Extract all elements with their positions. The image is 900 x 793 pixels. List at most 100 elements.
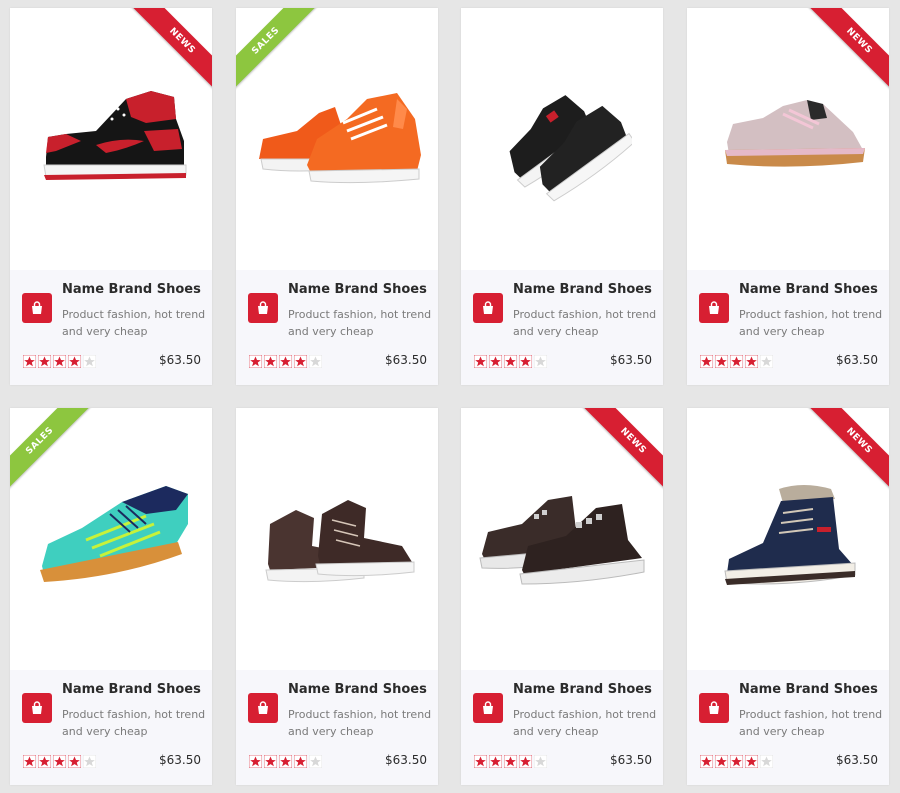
product-price: $63.50 xyxy=(159,753,201,767)
shopping-bag-icon[interactable] xyxy=(248,693,278,723)
shopping-bag-icon[interactable] xyxy=(699,293,729,323)
product-card[interactable]: SALES Name Brand Shoes Product fashion, … xyxy=(10,408,212,785)
product-card[interactable]: Name Brand Shoes Product fashion, hot tr… xyxy=(461,8,663,385)
star-filled-icon xyxy=(68,355,81,368)
product-name[interactable]: Name Brand Shoes xyxy=(288,282,427,297)
product-price: $63.50 xyxy=(610,753,652,767)
shopping-bag-icon[interactable] xyxy=(699,693,729,723)
star-filled-icon xyxy=(249,355,262,368)
star-filled-icon xyxy=(700,355,713,368)
product-description: Product fashion, hot trend and very chea… xyxy=(739,708,883,738)
product-card[interactable]: NEWS Name Brand Shoes Product fashion, h… xyxy=(687,408,889,785)
star-filled-icon xyxy=(730,355,743,368)
product-card[interactable]: SALES Name Brand Shoes Product fashion, … xyxy=(236,8,438,385)
star-filled-icon xyxy=(68,755,81,768)
product-info: Name Brand Shoes Product fashion, hot tr… xyxy=(461,270,663,385)
star-rating xyxy=(23,355,96,368)
product-name[interactable]: Name Brand Shoes xyxy=(739,682,878,697)
product-description: Product fashion, hot trend and very chea… xyxy=(513,708,657,738)
product-name[interactable]: Name Brand Shoes xyxy=(739,282,878,297)
star-empty-icon xyxy=(760,755,773,768)
product-grid: NEWS Name Brand Shoes Product fashion, h… xyxy=(0,0,900,793)
product-info: Name Brand Shoes Product fashion, hot tr… xyxy=(236,670,438,785)
star-filled-icon xyxy=(504,755,517,768)
red-black-high-top-sneaker-icon xyxy=(43,91,187,180)
product-description: Product fashion, hot trend and very chea… xyxy=(62,308,206,338)
product-name[interactable]: Name Brand Shoes xyxy=(62,682,201,697)
product-card[interactable]: NEWS Name Brand Shoes Product fashion, h… xyxy=(10,8,212,385)
product-card[interactable]: Name Brand Shoes Product fashion, hot tr… xyxy=(236,408,438,785)
product-name[interactable]: Name Brand Shoes xyxy=(62,282,201,297)
star-filled-icon xyxy=(38,355,51,368)
product-price: $63.50 xyxy=(610,353,652,367)
product-info: Name Brand Shoes Product fashion, hot tr… xyxy=(10,670,212,785)
star-filled-icon xyxy=(294,355,307,368)
star-empty-icon xyxy=(83,755,96,768)
star-filled-icon xyxy=(474,355,487,368)
star-empty-icon xyxy=(534,755,547,768)
orange-sneaker-icon xyxy=(259,93,421,184)
shopping-bag-icon[interactable] xyxy=(22,693,52,723)
black-white-sneaker-pair-icon xyxy=(509,95,632,202)
star-filled-icon xyxy=(279,355,292,368)
product-image[interactable] xyxy=(461,408,663,670)
product-card[interactable]: NEWS Name Brand Shoes Product fashion, h… xyxy=(687,8,889,385)
product-description: Product fashion, hot trend and very chea… xyxy=(739,308,883,338)
product-description: Product fashion, hot trend and very chea… xyxy=(513,308,657,338)
shopping-bag-icon[interactable] xyxy=(473,293,503,323)
product-price: $63.50 xyxy=(159,353,201,367)
star-rating xyxy=(249,355,322,368)
product-card[interactable]: NEWS Name Brand Shoes Product fashion, h… xyxy=(461,408,663,785)
product-info: Name Brand Shoes Product fashion, hot tr… xyxy=(10,270,212,385)
star-rating xyxy=(474,355,547,368)
product-description: Product fashion, hot trend and very chea… xyxy=(288,708,432,738)
brown-high-top-sneaker-icon xyxy=(265,500,415,583)
star-filled-icon xyxy=(715,755,728,768)
star-rating xyxy=(700,355,773,368)
product-image[interactable] xyxy=(10,8,212,270)
teal-court-shoe-icon xyxy=(40,486,188,582)
pink-runner-icon xyxy=(725,100,865,167)
product-info: Name Brand Shoes Product fashion, hot tr… xyxy=(687,670,889,785)
product-image[interactable] xyxy=(461,8,663,270)
product-image[interactable] xyxy=(687,408,889,670)
product-name[interactable]: Name Brand Shoes xyxy=(288,682,427,697)
star-filled-icon xyxy=(294,755,307,768)
product-price: $63.50 xyxy=(836,353,878,367)
product-price: $63.50 xyxy=(385,353,427,367)
star-filled-icon xyxy=(474,755,487,768)
product-info: Name Brand Shoes Product fashion, hot tr… xyxy=(687,270,889,385)
star-filled-icon xyxy=(279,755,292,768)
product-description: Product fashion, hot trend and very chea… xyxy=(62,708,206,738)
shopping-bag-icon[interactable] xyxy=(473,693,503,723)
star-empty-icon xyxy=(760,355,773,368)
star-filled-icon xyxy=(23,355,36,368)
star-filled-icon xyxy=(249,755,262,768)
star-filled-icon xyxy=(519,355,532,368)
navy-winter-boot-icon xyxy=(724,485,856,585)
star-filled-icon xyxy=(700,755,713,768)
star-filled-icon xyxy=(715,355,728,368)
star-filled-icon xyxy=(489,355,502,368)
star-filled-icon xyxy=(745,355,758,368)
star-rating xyxy=(23,755,96,768)
product-price: $63.50 xyxy=(836,753,878,767)
star-empty-icon xyxy=(83,355,96,368)
product-image[interactable] xyxy=(236,8,438,270)
star-empty-icon xyxy=(534,355,547,368)
dark-brown-sneaker-pair-icon xyxy=(479,496,645,585)
shopping-bag-icon[interactable] xyxy=(248,293,278,323)
product-name[interactable]: Name Brand Shoes xyxy=(513,682,652,697)
star-filled-icon xyxy=(53,755,66,768)
product-name[interactable]: Name Brand Shoes xyxy=(513,282,652,297)
product-image[interactable] xyxy=(236,408,438,670)
product-image[interactable] xyxy=(10,408,212,670)
product-description: Product fashion, hot trend and very chea… xyxy=(288,308,432,338)
star-filled-icon xyxy=(23,755,36,768)
shopping-bag-icon[interactable] xyxy=(22,293,52,323)
star-empty-icon xyxy=(309,755,322,768)
star-filled-icon xyxy=(730,755,743,768)
star-filled-icon xyxy=(504,355,517,368)
product-image[interactable] xyxy=(687,8,889,270)
star-rating xyxy=(249,755,322,768)
